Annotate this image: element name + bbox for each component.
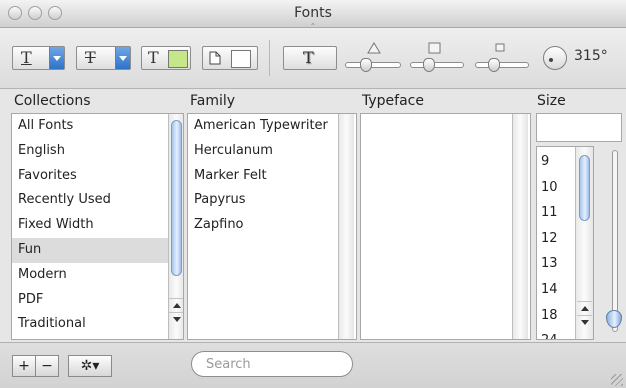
slider-knob[interactable]	[360, 58, 372, 72]
document-color-button[interactable]	[202, 46, 258, 70]
scroll-thumb[interactable]	[171, 120, 182, 276]
typeface-header: Typeface	[362, 93, 424, 109]
size-slider[interactable]	[612, 150, 618, 332]
strikethrough-button[interactable]: T	[76, 46, 131, 70]
text-color-button[interactable]: T	[141, 46, 191, 70]
text-color-icon: T	[148, 48, 159, 67]
slider-knob[interactable]	[488, 58, 500, 72]
shadow-angle-value: 315°	[574, 48, 608, 64]
document-icon	[209, 51, 221, 65]
search-input[interactable]	[191, 351, 353, 377]
collection-item[interactable]: Traditional	[12, 312, 183, 337]
scroll-up-icon[interactable]	[577, 301, 592, 315]
family-header: Family	[190, 93, 236, 109]
text-shadow-icon: T	[303, 48, 314, 67]
family-item[interactable]: Papyrus	[188, 188, 356, 213]
size-item[interactable]: 13	[537, 251, 575, 277]
family-item[interactable]: Herculanum	[188, 139, 356, 164]
family-item[interactable]: American Typewriter	[188, 114, 356, 139]
size-slider-knob[interactable]	[606, 310, 622, 328]
size-item[interactable]: 9	[537, 149, 575, 175]
scroll-down-icon[interactable]	[577, 315, 592, 329]
collections-list: All Fonts English Favorites Recently Used Fi…	[11, 113, 184, 340]
chevron-down-icon	[115, 47, 130, 69]
add-collection-button[interactable]: +	[12, 355, 36, 377]
size-item[interactable]: 12	[537, 226, 575, 252]
size-item[interactable]: 14	[537, 277, 575, 303]
fonts-window: Fonts ⌃ T T T T 315° Collections Family …	[0, 0, 626, 388]
size-item[interactable]: 18	[537, 303, 575, 329]
size-item[interactable]: 10	[537, 175, 575, 201]
collection-item[interactable]: Favorites	[12, 164, 183, 189]
collection-item[interactable]: Modern	[12, 263, 183, 288]
collection-item[interactable]: All Fonts	[12, 114, 183, 139]
family-item[interactable]: Marker Felt	[188, 164, 356, 189]
size-item[interactable]: 11	[537, 200, 575, 226]
family-scrollbar[interactable]	[338, 114, 354, 339]
toolbar: T T T T 315°	[0, 28, 626, 89]
collection-item[interactable]: Recently Used	[12, 188, 183, 213]
remove-collection-button[interactable]: −	[35, 355, 59, 377]
bottom-bar: + − ✲▾	[0, 342, 626, 388]
shadow-angle-dial[interactable]	[543, 46, 567, 70]
size-item[interactable]: 24	[537, 328, 575, 339]
underline-icon: T	[21, 48, 32, 67]
size-field[interactable]	[536, 113, 622, 142]
toolbar-divider	[269, 40, 270, 76]
collection-item[interactable]: English	[12, 139, 183, 164]
typeface-scrollbar[interactable]	[512, 114, 528, 339]
collections-scrollbar[interactable]	[168, 114, 183, 339]
collection-item[interactable]: PDF	[12, 288, 183, 313]
slider-knob[interactable]	[423, 58, 435, 72]
family-item[interactable]: Zapfino	[188, 213, 356, 238]
strikethrough-icon: T	[85, 48, 96, 67]
shadow-blur-slider[interactable]	[410, 58, 464, 72]
chevron-down-icon	[49, 47, 64, 69]
scroll-up-icon[interactable]	[169, 298, 183, 312]
size-scrollbar[interactable]	[575, 147, 593, 339]
collection-item[interactable]: Fixed Width	[12, 213, 183, 238]
size-header: Size	[537, 93, 566, 109]
action-menu-button[interactable]: ✲▾	[68, 355, 112, 377]
collection-item[interactable]: Fun	[12, 238, 183, 263]
shadow-opacity-slider[interactable]	[345, 58, 401, 72]
text-color-swatch	[168, 50, 188, 68]
window-title: Fonts	[294, 5, 332, 21]
family-list: American Typewriter Herculanum Marker Felt…	[187, 113, 357, 340]
shadow-offset-slider[interactable]	[475, 58, 529, 72]
shadow-opacity-icon	[367, 42, 381, 54]
shadow-blur-icon	[428, 42, 441, 54]
scroll-down-icon[interactable]	[169, 312, 183, 326]
scroll-thumb[interactable]	[579, 155, 590, 221]
size-list: 910111213141824	[536, 146, 594, 340]
typeface-list	[360, 113, 531, 340]
shadow-offset-icon	[495, 43, 505, 52]
collections-header: Collections	[14, 93, 91, 109]
document-color-swatch	[231, 50, 251, 68]
resize-grip-icon[interactable]	[611, 374, 623, 386]
text-shadow-button[interactable]: T	[283, 46, 337, 70]
underline-button[interactable]: T	[12, 46, 65, 70]
